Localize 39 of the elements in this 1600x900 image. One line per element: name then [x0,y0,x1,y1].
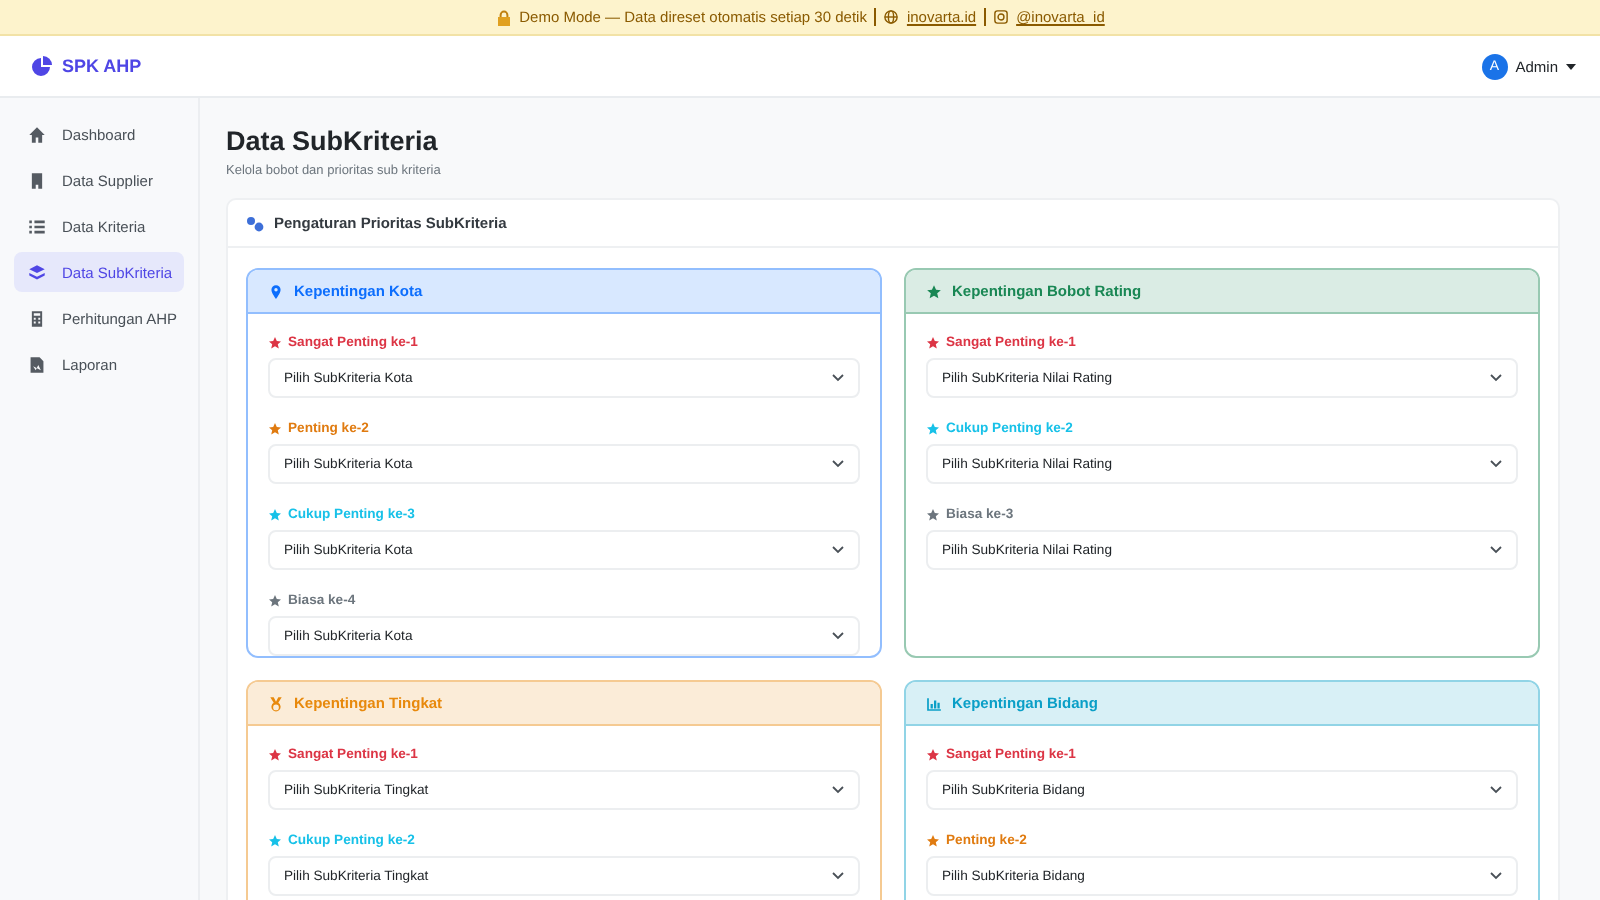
pie-chart-icon [32,56,52,76]
chevron-icon [832,546,844,554]
home-icon [28,125,46,143]
star-icon [268,834,282,848]
medal-icon [268,695,284,711]
chevron-icon [832,460,844,468]
chevron-icon [832,872,844,880]
chevron-icon [1490,374,1502,382]
star-icon [926,422,940,436]
lock-icon [495,9,512,25]
bar-chart-icon [926,695,942,711]
list-icon [28,217,46,235]
star-icon [926,336,940,350]
star-icon [268,336,282,350]
star-icon [926,748,940,762]
page-title: Data SubKriteria [226,126,440,156]
building-icon [28,171,46,189]
calculator-icon [28,309,46,327]
chevron-icon [832,786,844,794]
file-icon [28,355,46,373]
map-pin-icon [268,283,284,299]
camera-icon [994,10,1009,24]
chevron-icon [1490,872,1502,880]
chevron-icon [1490,546,1502,554]
star-icon [926,283,942,299]
star-icon [268,748,282,762]
star-icon [268,594,282,608]
brand-name[interactable]: SPK AHP [62,56,142,76]
star-icon [926,508,940,522]
star-icon [926,834,940,848]
star-icon [268,422,282,436]
layers-icon [28,263,46,281]
chevron-icon [1490,786,1502,794]
star-icon [268,508,282,522]
caret-icon [1566,63,1576,69]
chevron-icon [1490,460,1502,468]
globe-icon [884,10,899,24]
chevron-icon [832,374,844,382]
chevron-icon [832,632,844,640]
